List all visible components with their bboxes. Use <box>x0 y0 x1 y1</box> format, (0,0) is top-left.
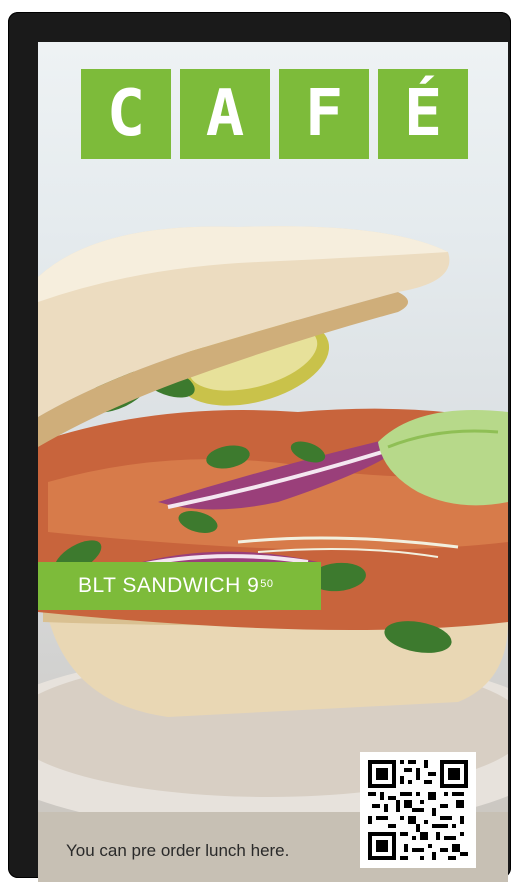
cafe-title: C A F É <box>81 69 468 159</box>
qr-code[interactable] <box>360 752 476 868</box>
title-letter-tile: F <box>279 69 369 159</box>
title-letter-tile: A <box>180 69 270 159</box>
menu-item-name: BLT SANDWICH <box>78 574 241 597</box>
signage-screen: C A F É BLT SANDWICH 9 50 You can pre ord… <box>38 42 508 882</box>
title-letter-tile: É <box>378 69 468 159</box>
footer-message: You can pre order lunch here. <box>66 841 290 860</box>
title-letter-tile: C <box>81 69 171 159</box>
menu-item-banner: BLT SANDWICH 9 50 <box>38 562 321 610</box>
qr-code-icon <box>368 760 468 860</box>
sandwich-photo <box>38 226 508 812</box>
menu-item-price-cents: 50 <box>260 578 274 590</box>
display-bezel: C A F É BLT SANDWICH 9 50 You can pre ord… <box>8 12 511 882</box>
menu-item-price: 9 <box>247 574 260 597</box>
